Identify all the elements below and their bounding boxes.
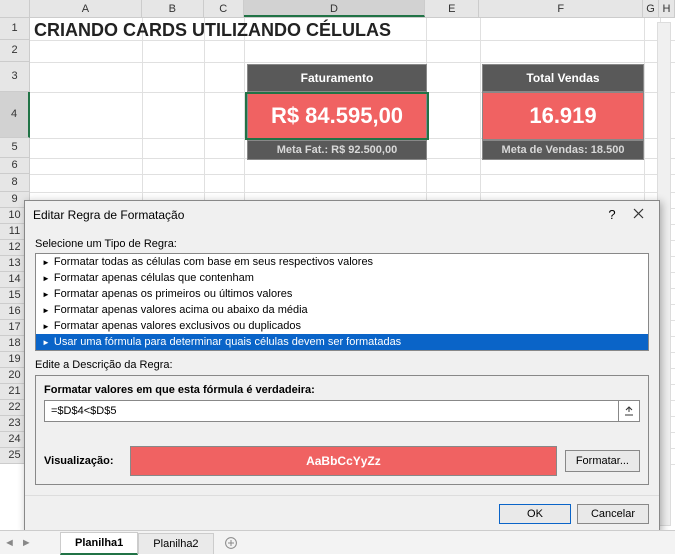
arrow-icon: ► [42,322,50,331]
rule-type-label: Formatar apenas células que contenham [54,272,254,284]
select-all-corner[interactable] [0,0,30,17]
rule-type-item[interactable]: ► Formatar apenas valores exclusivos ou d… [36,318,648,334]
plus-icon [225,537,237,549]
dialog-titlebar: Editar Regra de Formatação ? [25,201,659,228]
arrow-icon: ► [42,306,50,315]
card-footer: Meta de Vendas: 18.500 [482,140,644,160]
help-button[interactable]: ? [599,207,625,222]
formula-condition-label: Formatar valores em que esta fórmula é v… [44,384,640,396]
rule-type-label: Formatar apenas valores acima ou abaixo … [54,304,308,316]
card-header: Faturamento [247,64,427,92]
cell-a1-title: CRIANDO CARDS UTILIZANDO CÉLULAS [34,20,391,41]
column-header-H[interactable]: H [659,0,675,17]
rule-type-label: Usar uma fórmula para determinar quais c… [54,336,401,348]
prev-sheet-icon[interactable]: ◄ [4,537,15,549]
rule-type-label: Formatar todas as células com base em se… [54,256,373,268]
tab-nav-buttons[interactable]: ◄ ► [4,537,32,549]
format-preview: AaBbCcYyZz [130,446,557,476]
rule-type-item[interactable]: ► Formatar apenas os primeiros ou últimos… [36,286,648,302]
column-header-C[interactable]: C [204,0,244,17]
card-value: R$ 84.595,00 [247,92,427,140]
column-header-G[interactable]: G [643,0,659,17]
range-selector-button[interactable] [618,400,640,422]
column-header-B[interactable]: B [142,0,204,17]
ok-button[interactable]: OK [499,504,571,524]
row-header-2[interactable]: 2 [0,40,30,62]
sheet-tab-1[interactable]: Planilha1 [60,532,138,555]
collapse-icon [624,406,634,416]
card-header: Total Vendas [482,64,644,92]
rule-type-item[interactable]: ► Formatar apenas células que contenham [36,270,648,286]
arrow-icon: ► [42,290,50,299]
sheet-tab-bar: ◄ ► Planilha1 Planilha2 [0,530,675,554]
edit-description-label: Edite a Descrição da Regra: [35,359,649,371]
edit-formatting-rule-dialog: Editar Regra de Formatação ? Selecione u… [24,200,660,533]
column-header-E[interactable]: E [425,0,479,17]
arrow-icon: ► [42,258,50,267]
rule-description-box: Formatar valores em que esta fórmula é v… [35,375,649,485]
arrow-icon: ► [42,338,50,347]
add-sheet-button[interactable] [220,532,242,554]
formula-input[interactable] [44,400,619,422]
column-headers: ABCDEFGH [0,0,675,18]
card-total-vendas: Total Vendas 16.919 Meta de Vendas: 18.5… [482,64,644,160]
sheet-tab-2[interactable]: Planilha2 [138,533,213,554]
cancel-button[interactable]: Cancelar [577,504,649,524]
card-faturamento: Faturamento R$ 84.595,00 Meta Fat.: R$ 9… [247,64,427,160]
close-icon [633,208,644,219]
arrow-icon: ► [42,274,50,283]
column-header-D[interactable]: D [244,0,426,17]
column-header-A[interactable]: A [30,0,142,17]
row-header-1[interactable]: 1 [0,18,30,40]
row-header-8[interactable]: 8 [0,174,30,192]
format-button[interactable]: Formatar... [565,450,640,472]
card-value: 16.919 [482,92,644,140]
row-header-5[interactable]: 5 [0,138,30,158]
row-header-6[interactable]: 6 [0,158,30,174]
rule-type-list[interactable]: ► Formatar todas as células com base em s… [35,253,649,351]
select-rule-type-label: Selecione um Tipo de Regra: [35,238,649,250]
next-sheet-icon[interactable]: ► [21,537,32,549]
dialog-title-text: Editar Regra de Formatação [33,208,599,222]
card-footer: Meta Fat.: R$ 92.500,00 [247,140,427,160]
row-header-4[interactable]: 4 [0,92,30,138]
rule-type-label: Formatar apenas valores exclusivos ou du… [54,320,301,332]
rule-type-label: Formatar apenas os primeiros ou últimos … [54,288,292,300]
column-header-F[interactable]: F [479,0,643,17]
rule-type-item[interactable]: ► Formatar todas as células com base em s… [36,254,648,270]
preview-label: Visualização: [44,455,122,467]
close-button[interactable] [625,207,651,222]
row-header-3[interactable]: 3 [0,62,30,92]
rule-type-item[interactable]: ► Usar uma fórmula para determinar quais … [36,334,648,350]
rule-type-item[interactable]: ► Formatar apenas valores acima ou abaixo… [36,302,648,318]
